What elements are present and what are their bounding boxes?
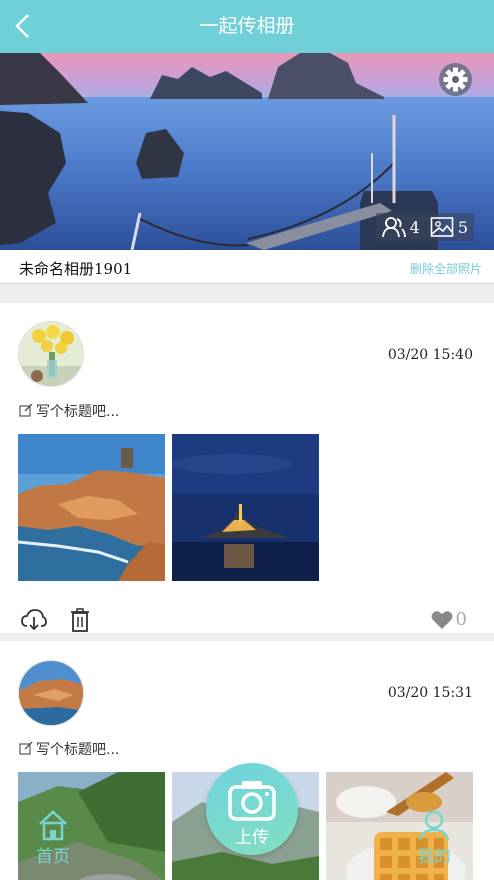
avatar-image	[19, 322, 83, 386]
album-stats: 4 5	[375, 213, 474, 241]
heart-icon	[431, 611, 453, 629]
chevron-left-icon	[15, 14, 29, 38]
post-time: 03/20 15:31	[387, 685, 473, 701]
back-button[interactable]	[8, 10, 38, 42]
members-icon	[381, 217, 406, 238]
like-button[interactable]	[431, 610, 453, 634]
album-info-bar: 未命名相册1901 删除全部照片	[0, 250, 494, 284]
nav-mine[interactable]: 我的	[404, 808, 464, 868]
page-title: 一起传相册	[199, 15, 295, 37]
post-time: 03/20 15:40	[387, 347, 473, 363]
trash-icon	[71, 608, 89, 632]
nav-mine-label: 我的	[417, 847, 451, 867]
gear-icon	[443, 67, 468, 92]
post-card: 03/20 15:40 写个标题吧... 0	[0, 303, 494, 633]
post-title-placeholder: 写个标题吧...	[36, 742, 120, 758]
post-photo[interactable]	[18, 434, 165, 581]
home-icon	[39, 810, 67, 841]
camera-icon	[228, 781, 276, 821]
avatar[interactable]	[18, 321, 84, 387]
edit-icon	[19, 404, 33, 417]
post-photo[interactable]	[172, 434, 319, 581]
upload-label: 上传	[235, 828, 269, 848]
edit-icon	[19, 742, 33, 755]
delete-button[interactable]	[70, 608, 90, 636]
like-count: 0	[455, 609, 467, 630]
post-title-edit[interactable]: 写个标题吧...	[19, 739, 119, 759]
photo-count: 5	[457, 217, 468, 237]
member-count: 4	[409, 217, 420, 237]
delete-all-photos-link[interactable]: 删除全部照片	[410, 260, 482, 277]
download-button[interactable]	[21, 609, 47, 635]
cloud-download-icon	[21, 609, 47, 631]
upload-button[interactable]: 上传	[206, 763, 298, 855]
post-title-placeholder: 写个标题吧...	[36, 404, 120, 420]
album-cover: 4 5	[0, 53, 494, 250]
image-icon	[430, 217, 454, 237]
user-icon	[418, 810, 450, 841]
nav-home[interactable]: 首页	[26, 808, 80, 868]
top-bar: 一起传相册	[0, 0, 494, 53]
album-name: 未命名相册1901	[19, 260, 133, 278]
post-title-edit[interactable]: 写个标题吧...	[19, 401, 119, 421]
nav-home-label: 首页	[36, 847, 70, 867]
avatar[interactable]	[18, 660, 84, 726]
album-settings-button[interactable]	[439, 63, 472, 96]
avatar-image	[19, 661, 83, 725]
